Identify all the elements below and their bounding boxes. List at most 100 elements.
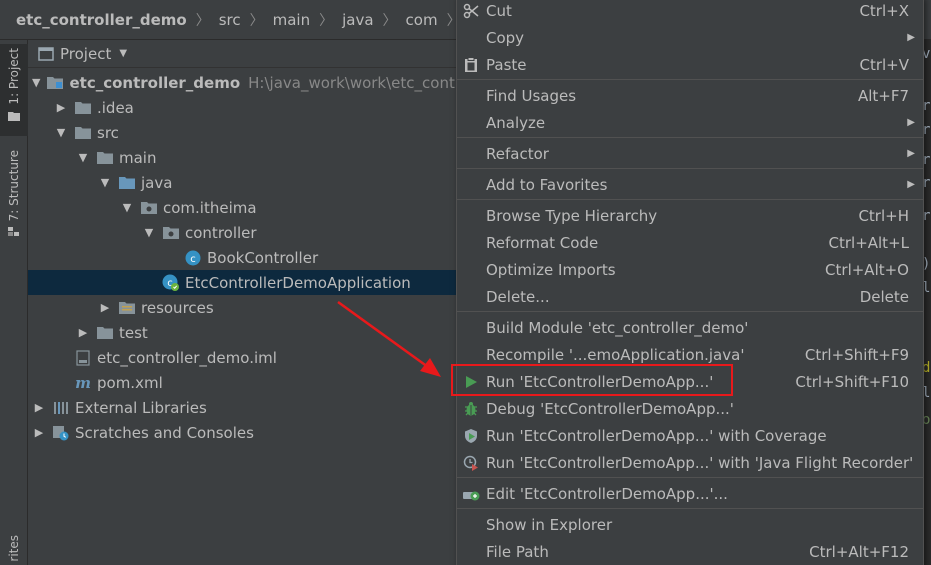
tree-item-book-controller[interactable]: ▶ c BookController <box>28 245 458 270</box>
annotation-highlight-box <box>451 364 733 396</box>
menu-item-analyze[interactable]: Analyze ▶ <box>457 109 923 136</box>
menu-item-shortcut: Ctrl+X <box>859 1 909 20</box>
tree-item-main[interactable]: ▼ main <box>28 145 458 170</box>
package-icon <box>140 200 158 216</box>
tree-item-path: H:\java_work\work\etc_contro <box>248 73 470 92</box>
tree-item-iml-file[interactable]: ▶ etc_controller_demo.iml <box>28 345 458 370</box>
folder-icon <box>8 111 20 121</box>
menu-item-label: Analyze <box>486 113 546 132</box>
menu-item-label: Cut <box>486 1 512 20</box>
breadcrumb-separator-icon: 〉 <box>249 12 264 29</box>
coverage-icon <box>461 426 481 446</box>
expanded-arrow-icon[interactable]: ▼ <box>76 151 90 164</box>
menu-item-label: Optimize Imports <box>486 260 616 279</box>
tree-item-label: resources <box>141 298 214 317</box>
menu-item-add-to-favorites[interactable]: Add to Favorites ▶ <box>457 171 923 198</box>
breadcrumb-item-com[interactable]: com <box>406 11 438 29</box>
tree-item-label: etc_controller_demo.iml <box>97 348 277 367</box>
tree-item-java[interactable]: ▼ java <box>28 170 458 195</box>
menu-item-copy[interactable]: Copy ▶ <box>457 24 923 51</box>
menu-item-shortcut: Ctrl+Alt+L <box>828 233 910 252</box>
tree-item-idea[interactable]: ▶ .idea <box>28 95 458 120</box>
collapsed-arrow-icon[interactable]: ▶ <box>76 326 90 339</box>
breadcrumb-item-project[interactable]: etc_controller_demo <box>16 11 187 29</box>
tree-item-label: src <box>97 123 119 142</box>
menu-separator <box>457 168 923 169</box>
menu-item-edit-configuration[interactable]: Edit 'EtcControllerDemoApp...'... <box>457 480 923 507</box>
expanded-arrow-icon[interactable]: ▼ <box>98 176 112 189</box>
tree-item-label: com.itheima <box>163 198 257 217</box>
project-folder-icon <box>38 46 54 61</box>
collapsed-arrow-icon[interactable]: ▶ <box>98 301 112 314</box>
tree-item-pom-file[interactable]: ▶ m pom.xml <box>28 370 458 395</box>
favorites-tool-tab[interactable]: rites <box>0 535 28 565</box>
tree-item-label: EtcControllerDemoApplication <box>185 273 411 292</box>
project-panel-header[interactable]: Project ▼ <box>28 40 458 68</box>
breadcrumb-separator-icon: 〉 <box>195 12 210 29</box>
collapsed-arrow-icon[interactable]: ▶ <box>54 101 68 114</box>
tree-item-application-class[interactable]: ▶ c EtcControllerDemoApplication <box>28 270 458 295</box>
tree-item-scratches[interactable]: ▶ Scratches and Consoles <box>28 420 458 445</box>
project-tool-tab[interactable]: 1: Project <box>0 44 28 136</box>
menu-item-shortcut: Alt+F7 <box>857 86 909 105</box>
menu-separator <box>457 79 923 80</box>
menu-item-label: Paste <box>486 55 527 74</box>
collapsed-arrow-icon[interactable]: ▶ <box>32 401 46 414</box>
tree-item-external-libraries[interactable]: ▶ External Libraries <box>28 395 458 420</box>
tree-item-test[interactable]: ▶ test <box>28 320 458 345</box>
menu-item-paste[interactable]: Paste Ctrl+V <box>457 51 923 78</box>
project-tree: ▼ etc_controller_demo H:\java_work\work\… <box>28 70 470 445</box>
menu-item-find-usages[interactable]: Find Usages Alt+F7 <box>457 82 923 109</box>
menu-item-debug[interactable]: Debug 'EtcControllerDemoApp...' <box>457 395 923 422</box>
submenu-arrow-icon: ▶ <box>907 32 915 43</box>
menu-item-shortcut: Ctrl+V <box>859 55 909 74</box>
menu-item-file-path[interactable]: File Path Ctrl+Alt+F12 <box>457 538 923 565</box>
expanded-arrow-icon[interactable]: ▼ <box>142 226 156 239</box>
tree-item-com-itheima[interactable]: ▼ com.itheima <box>28 195 458 220</box>
tree-item-label: .idea <box>97 98 134 117</box>
collapsed-arrow-icon[interactable]: ▶ <box>32 426 46 439</box>
menu-item-label: Edit 'EtcControllerDemoApp...'... <box>486 484 728 503</box>
breadcrumb-item-main[interactable]: main <box>273 11 310 29</box>
view-dropdown-chevron-down-icon[interactable]: ▼ <box>119 48 127 59</box>
folder-icon <box>96 325 114 341</box>
menu-separator <box>457 311 923 312</box>
edit-config-icon <box>461 484 481 504</box>
expanded-arrow-icon[interactable]: ▼ <box>120 201 134 214</box>
tree-item-controller[interactable]: ▼ controller <box>28 220 458 245</box>
breadcrumb-item-src[interactable]: src <box>219 11 241 29</box>
tree-item-resources[interactable]: ▶ resources <box>28 295 458 320</box>
flight-recorder-icon <box>461 453 481 473</box>
menu-item-cut[interactable]: Cut Ctrl+X <box>457 0 923 24</box>
structure-tool-tab-label: 7: Structure <box>7 150 21 222</box>
svg-text:c: c <box>190 254 196 265</box>
clipboard-icon <box>461 55 481 75</box>
menu-item-shortcut: Ctrl+Alt+O <box>825 260 909 279</box>
folder-icon <box>74 100 92 116</box>
menu-item-run-with-coverage[interactable]: Run 'EtcControllerDemoApp...' with Cover… <box>457 422 923 449</box>
folder-icon <box>96 150 114 166</box>
structure-icon <box>8 227 19 237</box>
menu-item-optimize-imports[interactable]: Optimize Imports Ctrl+Alt+O <box>457 256 923 283</box>
tree-item-project-root[interactable]: ▼ etc_controller_demo H:\java_work\work\… <box>28 70 470 95</box>
menu-item-refactor[interactable]: Refactor ▶ <box>457 140 923 167</box>
expanded-arrow-icon[interactable]: ▼ <box>32 76 40 89</box>
tree-item-label: java <box>141 173 173 192</box>
menu-item-delete[interactable]: Delete... Delete <box>457 283 923 310</box>
menu-item-browse-type-hierarchy[interactable]: Browse Type Hierarchy Ctrl+H <box>457 202 923 229</box>
breadcrumb-item-java[interactable]: java <box>342 11 373 29</box>
folder-icon <box>74 125 92 141</box>
menu-item-build-module[interactable]: Build Module 'etc_controller_demo' <box>457 314 923 341</box>
menu-item-run-with-flight-recorder[interactable]: Run 'EtcControllerDemoApp...' with 'Java… <box>457 449 923 476</box>
menu-item-label: Refactor <box>486 144 549 163</box>
svg-text:m: m <box>75 375 91 391</box>
tree-item-src[interactable]: ▼ src <box>28 120 458 145</box>
menu-item-show-in-explorer[interactable]: Show in Explorer <box>457 511 923 538</box>
menu-item-label: Add to Favorites <box>486 175 608 194</box>
resources-folder-icon <box>118 300 136 316</box>
expanded-arrow-icon[interactable]: ▼ <box>54 126 68 139</box>
structure-tool-tab[interactable]: 7: Structure <box>0 150 28 245</box>
menu-item-reformat-code[interactable]: Reformat Code Ctrl+Alt+L <box>457 229 923 256</box>
menu-item-label: Run 'EtcControllerDemoApp...' with Cover… <box>486 426 827 445</box>
maven-icon: m <box>74 375 92 391</box>
